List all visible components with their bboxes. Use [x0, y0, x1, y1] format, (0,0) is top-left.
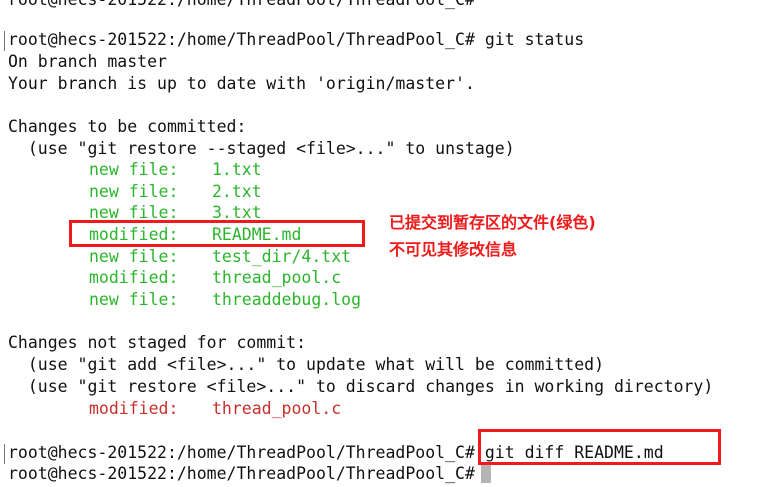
staged-file-line: new file: threaddebug.log [8, 289, 361, 311]
terminal-line: On branch master [8, 52, 167, 71]
readme-highlight-box [69, 220, 365, 247]
file-status: modified: [89, 268, 179, 287]
terminal-input-line[interactable]: root@hecs-201522:/home/ThreadPool/Thread… [8, 463, 491, 485]
git-diff-highlight-box [478, 429, 721, 465]
text-cursor [480, 464, 491, 483]
unstaged-file-line: modified: thread_pool.c [8, 398, 341, 420]
terminal-line: root@hecs-201522:/home/ThreadPool/Thread… [8, 0, 475, 11]
file-status: new file: [89, 247, 179, 266]
terminal-line: Your branch is up to date with 'origin/m… [8, 74, 475, 93]
staged-file-line: new file: 1.txt [8, 159, 262, 181]
terminal-line: (use "git restore --staged <file>..." to… [8, 139, 515, 158]
file-name: threaddebug.log [212, 290, 362, 309]
shell-command: git status [484, 30, 585, 49]
file-status: new file: [89, 182, 179, 201]
shell-prompt: root@hecs-201522:/home/ThreadPool/Thread… [8, 443, 475, 462]
file-status: modified: [89, 399, 179, 418]
staged-file-line: modified: thread_pool.c [8, 267, 341, 289]
file-name: 1.txt [212, 160, 262, 179]
file-name: thread_pool.c [212, 399, 342, 418]
terminal-line: Changes not staged for commit: [8, 333, 307, 352]
terminal-line: (use "git add <file>..." to update what … [8, 355, 605, 374]
line-marker [4, 31, 5, 51]
shell-prompt: root@hecs-201522:/home/ThreadPool/Thread… [8, 30, 475, 49]
annotation-line-1: 已提交到暂存区的文件(绿色) [389, 213, 596, 232]
terminal-line: (use "git restore <file>..." to discard … [8, 377, 714, 396]
terminal-line: Changes to be committed: [8, 117, 247, 136]
staged-file-line: new file: test_dir/4.txt [8, 246, 351, 268]
shell-prompt: root@hecs-201522:/home/ThreadPool/Thread… [8, 464, 475, 483]
annotation-line-2: 不可见其修改信息 [389, 240, 518, 259]
line-marker [4, 444, 5, 464]
staged-file-line: new file: 2.txt [8, 181, 262, 203]
terminal-line: root@hecs-201522:/home/ThreadPool/Thread… [8, 29, 584, 51]
file-name: 2.txt [212, 182, 262, 201]
file-name: test_dir/4.txt [212, 247, 352, 266]
file-status: new file: [89, 160, 179, 179]
file-name: thread_pool.c [212, 268, 342, 287]
file-status: new file: [89, 290, 179, 309]
